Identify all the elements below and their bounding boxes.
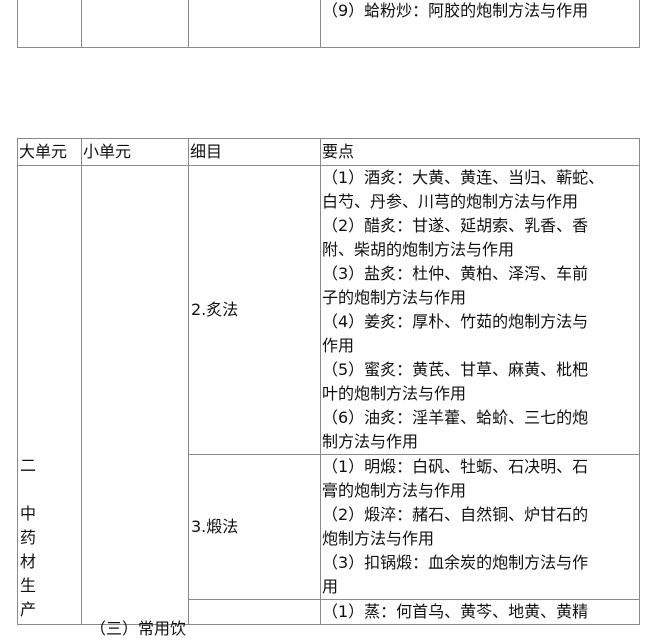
point-line: 子的炮制方法与作用 <box>322 288 467 307</box>
point-line: 制方法与作用 <box>322 432 419 451</box>
point-line: 用 <box>322 577 339 596</box>
points-cell: （1）明煅：白矾、牡蛎、石决明、石 膏的炮制方法与作用 （2）煅淬：赭石、自然铜… <box>320 454 640 600</box>
detail-cell: 3.煅法 <box>188 454 321 600</box>
point-line: （5）蜜炙：黄芪、甘草、麻黄、枇杷 <box>322 360 589 379</box>
big-unit-char: 材 <box>20 552 37 571</box>
continued-table: （9）蛤粉炒：阿胶的炮制方法与作用 <box>17 0 640 48</box>
point-line: （1）明煅：白矾、牡蛎、石决明、石 <box>322 457 589 476</box>
points-cell: （1）蒸：何首乌、黄芩、地黄、黄精 <box>320 599 640 625</box>
table-header-row: 大单元 小单元 细目 要点 <box>17 138 640 166</box>
point-line: （1）酒炙：大黄、黄连、当归、蕲蛇、 <box>322 168 605 187</box>
big-unit-label: 二 中 药 材 生 产 <box>20 454 36 622</box>
detail-cell <box>188 599 321 625</box>
point-line: （2）醋炙：甘遂、延胡索、乳香、香 <box>322 216 589 235</box>
point-text: （9）蛤粉炒：阿胶的炮制方法与作用 <box>322 1 589 20</box>
point-line: 附、柴胡的炮制方法与作用 <box>322 240 515 259</box>
point-line: （3）盐炙：杜仲、黄柏、泽泻、车前 <box>322 264 589 283</box>
point-line: （3）扣锅煅：血余炭的炮制方法与作 <box>322 553 589 572</box>
detail-cell: 2.炙法 <box>188 165 321 455</box>
point-line: 叶的炮制方法与作用 <box>322 384 467 403</box>
big-unit-char: 生 <box>20 576 37 595</box>
detail-cell <box>188 0 321 48</box>
points-cell: （9）蛤粉炒：阿胶的炮制方法与作用 <box>320 0 640 48</box>
big-unit-char: 药 <box>20 528 37 547</box>
point-line: （1）蒸：何首乌、黄芩、地黄、黄精 <box>322 602 589 621</box>
header-small-unit: 小单元 <box>81 138 189 166</box>
header-points: 要点 <box>320 138 640 166</box>
point-line: 膏的炮制方法与作用 <box>322 481 467 500</box>
big-unit-char: 中 <box>20 504 37 523</box>
small-unit-cell: （三）常用饮 <box>81 165 189 638</box>
point-line: 炮制方法与作用 <box>322 529 435 548</box>
header-detail: 细目 <box>188 138 321 166</box>
point-line: （6）油炙：淫羊藿、蛤蚧、三七的炮 <box>322 408 589 427</box>
table-row: 二 中 药 材 生 产 （三）常用饮 2.炙法 （1）酒炙：大黄、黄连、当归、蕲… <box>17 165 640 638</box>
point-line: （4）姜炙：厚朴、竹茹的炮制方法与 <box>322 312 589 331</box>
big-unit-char: 产 <box>20 600 37 619</box>
syllabus-table: 大单元 小单元 细目 要点 二 中 药 材 生 产 （三）常用饮 2.炙法 （1… <box>17 138 640 638</box>
big-unit-cell: 二 中 药 材 生 产 <box>17 165 82 625</box>
small-unit-label: （三）常用饮 <box>90 619 187 638</box>
points-cell: （1）酒炙：大黄、黄连、当归、蕲蛇、 白芍、丹参、川芎的炮制方法与作用 （2）醋… <box>320 165 640 455</box>
header-big-unit: 大单元 <box>17 138 82 166</box>
small-unit-cell <box>81 0 189 48</box>
big-unit-cell <box>17 0 82 48</box>
point-line: 作用 <box>322 336 355 355</box>
table-row: （9）蛤粉炒：阿胶的炮制方法与作用 <box>17 0 640 48</box>
big-unit-number: 二 <box>20 456 37 475</box>
point-line: 白芍、丹参、川芎的炮制方法与作用 <box>322 192 579 211</box>
point-line: （2）煅淬：赭石、自然铜、炉甘石的 <box>322 505 589 524</box>
